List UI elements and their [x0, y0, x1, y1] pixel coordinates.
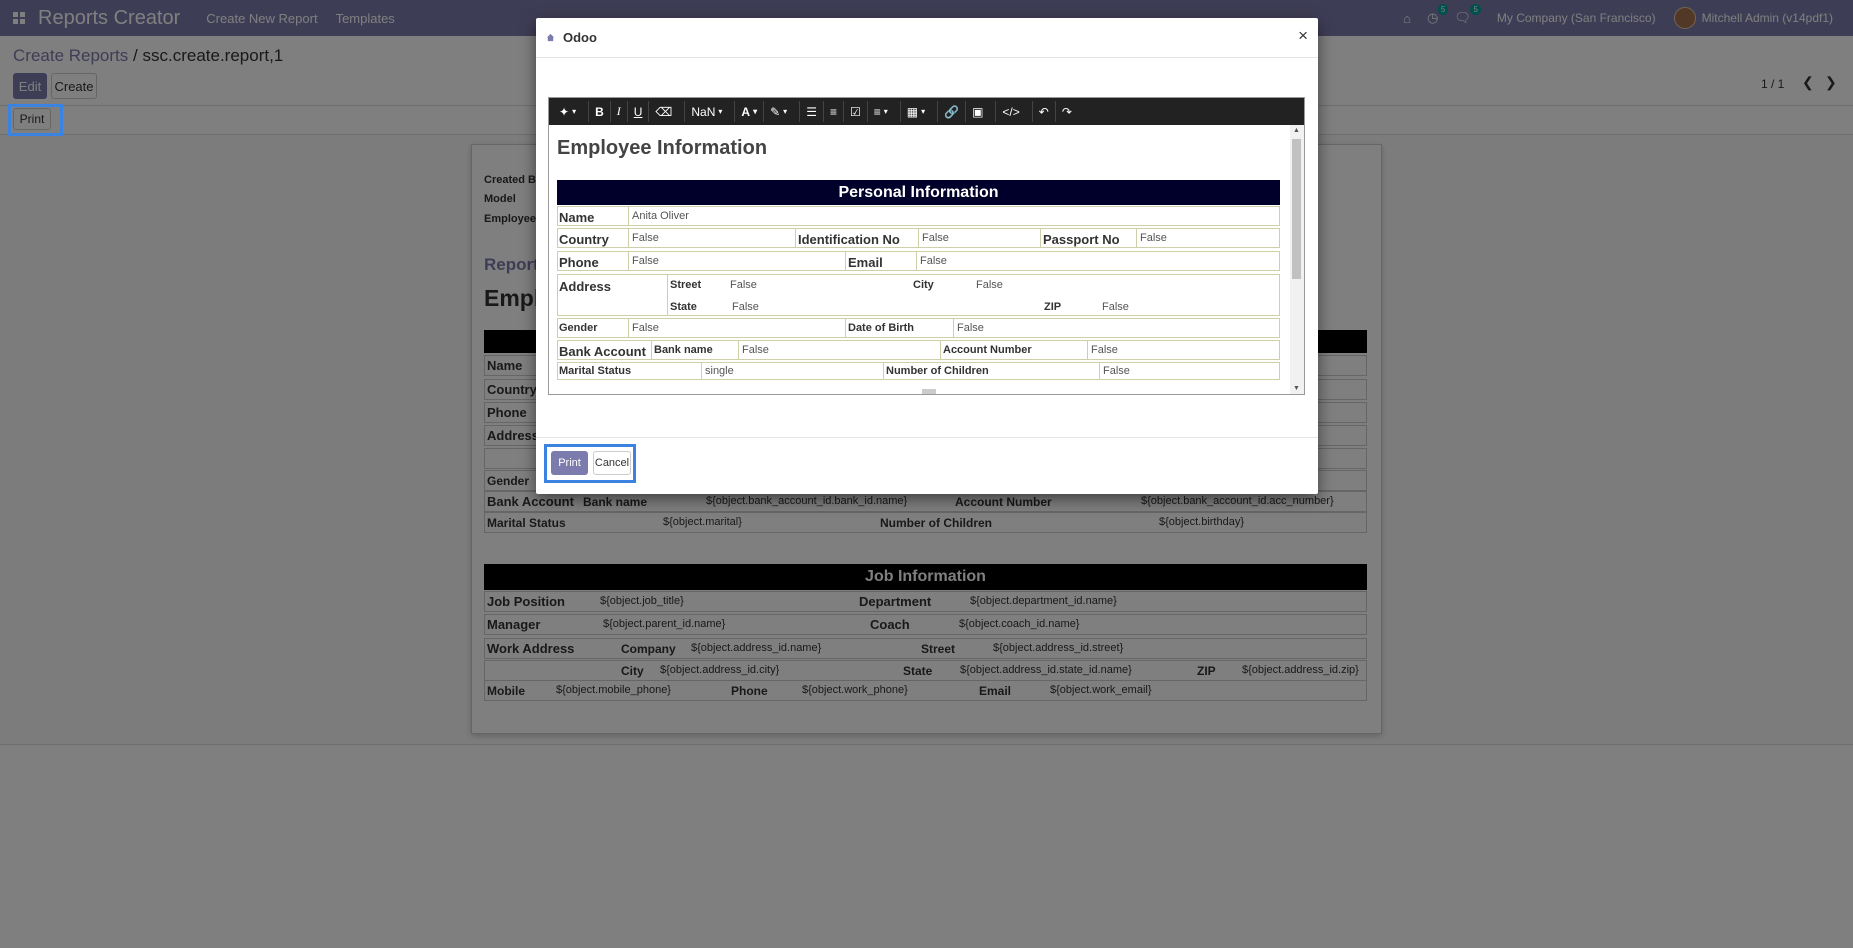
cell-divider — [1099, 363, 1100, 379]
bold-icon[interactable]: B — [588, 101, 610, 122]
cell-divider — [940, 341, 941, 359]
cell-divider — [701, 363, 702, 379]
underline-icon[interactable]: U — [626, 101, 649, 122]
link-icon[interactable]: 🔗 — [937, 101, 965, 122]
country-label: Country — [559, 232, 609, 247]
bank-name-label: Bank name — [654, 344, 713, 356]
marital-status-label: Marital Status — [559, 365, 632, 377]
editor-toolbar: ✦ B I U ⌫ NaN A ✎ ☰ ≡ ☑ ≡ ▦ 🔗 ▣ </> ↶ ↷ — [549, 98, 1304, 125]
cell-divider — [1087, 341, 1088, 359]
name-label: Name — [559, 210, 595, 225]
editor-row-phone: Phone False Email False — [557, 251, 1280, 271]
print-dialog: Odoo × ✦ B I U ⌫ NaN A ✎ ☰ ≡ ☑ ≡ ▦ 🔗 ▣ <… — [536, 18, 1318, 494]
zip-label: ZIP — [1044, 301, 1062, 313]
zip-value: False — [1102, 301, 1129, 313]
editor-row-name: Name Anita Oliver — [557, 206, 1280, 226]
cell-divider — [916, 252, 917, 270]
print-button[interactable]: Print — [551, 451, 588, 475]
state-label: State — [670, 301, 697, 313]
image-icon[interactable]: ▣ — [965, 101, 989, 122]
html-editor[interactable]: ✦ B I U ⌫ NaN A ✎ ☰ ≡ ☑ ≡ ▦ 🔗 ▣ </> ↶ ↷ … — [548, 97, 1305, 395]
marital-status-value: single — [705, 365, 734, 377]
children-label: Number of Children — [886, 365, 989, 377]
cell-divider — [795, 229, 796, 247]
country-value: False — [632, 232, 659, 244]
scrollbar-thumb[interactable] — [1292, 139, 1301, 279]
magic-wand-icon[interactable]: ✦ — [553, 101, 582, 122]
personal-info-header: Personal Information — [557, 180, 1280, 205]
name-value: Anita Oliver — [632, 210, 689, 222]
cell-divider — [918, 229, 919, 247]
font-size-dropdown[interactable]: NaN — [684, 101, 728, 122]
bank-account-label: Bank Account — [559, 344, 646, 359]
editor-heading: Employee Information — [557, 137, 768, 159]
passport-value: False — [1140, 232, 1167, 244]
city-label: City — [913, 279, 934, 291]
dialog-footer — [536, 437, 1318, 494]
editor-scrollbar[interactable]: ▲ ▼ — [1290, 125, 1304, 394]
city-value: False — [976, 279, 1003, 291]
cell-divider — [953, 319, 954, 337]
email-value: False — [920, 255, 947, 267]
editor-resize-handle[interactable] — [922, 389, 936, 394]
editor-row-gender: Gender False Date of Birth False — [557, 318, 1280, 338]
eraser-icon[interactable]: ⌫ — [648, 101, 678, 122]
odoo-home-icon — [546, 33, 555, 42]
font-color-icon[interactable]: A — [734, 101, 763, 122]
passport-label: Passport No — [1043, 232, 1120, 247]
editor-row-bank: Bank Account Bank name False Account Num… — [557, 340, 1280, 360]
children-value: False — [1103, 365, 1130, 377]
gender-value: False — [632, 322, 659, 334]
street-label: Street — [670, 279, 702, 291]
account-number-value: False — [1091, 344, 1118, 356]
identification-label: Identification No — [798, 232, 900, 247]
dialog-header: Odoo — [536, 18, 1318, 58]
scroll-up-icon[interactable]: ▲ — [1293, 127, 1300, 134]
align-icon[interactable]: ≡ — [866, 101, 894, 122]
phone-value: False — [632, 255, 659, 267]
cell-divider — [1136, 229, 1137, 247]
cell-divider — [628, 252, 629, 270]
close-icon[interactable]: × — [1298, 26, 1308, 46]
print-highlight-background — [8, 104, 63, 136]
cell-divider — [845, 319, 846, 337]
scroll-down-icon[interactable]: ▼ — [1293, 385, 1300, 392]
cell-divider — [845, 252, 846, 270]
cell-divider — [667, 275, 668, 315]
cell-divider — [883, 363, 884, 379]
cell-divider — [628, 319, 629, 337]
account-number-label: Account Number — [943, 344, 1032, 356]
cell-divider — [738, 341, 739, 359]
editor-row-country: Country False Identification No False Pa… — [557, 228, 1280, 248]
cell-divider — [628, 229, 629, 247]
code-view-icon[interactable]: </> — [995, 101, 1025, 122]
bullet-list-icon[interactable]: ☰ — [799, 101, 823, 122]
cell-divider — [628, 207, 629, 225]
numbered-list-icon[interactable]: ≡ — [822, 101, 843, 122]
editor-row-address: Address Street False City False State Fa… — [557, 274, 1280, 316]
checklist-icon[interactable]: ☑ — [842, 101, 867, 122]
table-icon[interactable]: ▦ — [899, 101, 931, 122]
dialog-title: Odoo — [563, 30, 597, 45]
phone-label: Phone — [559, 255, 599, 270]
street-value: False — [730, 279, 757, 291]
email-label: Email — [848, 255, 883, 270]
bank-name-value: False — [742, 344, 769, 356]
identification-value: False — [922, 232, 949, 244]
editor-row-marital: Marital Status single Number of Children… — [557, 362, 1280, 380]
editor-content[interactable]: Employee Information Personal Informatio… — [549, 125, 1290, 394]
dob-label: Date of Birth — [848, 322, 914, 334]
address-label: Address — [559, 279, 612, 294]
redo-icon[interactable]: ↷ — [1054, 101, 1078, 122]
dob-value: False — [957, 322, 984, 334]
cell-divider — [651, 341, 652, 359]
cancel-button[interactable]: Cancel — [593, 451, 631, 475]
state-value: False — [732, 301, 759, 313]
paint-brush-icon[interactable]: ✎ — [763, 101, 793, 122]
undo-icon[interactable]: ↶ — [1031, 101, 1055, 122]
italic-icon[interactable]: I — [609, 101, 627, 122]
cell-divider — [1040, 229, 1041, 247]
gender-label: Gender — [559, 322, 598, 334]
